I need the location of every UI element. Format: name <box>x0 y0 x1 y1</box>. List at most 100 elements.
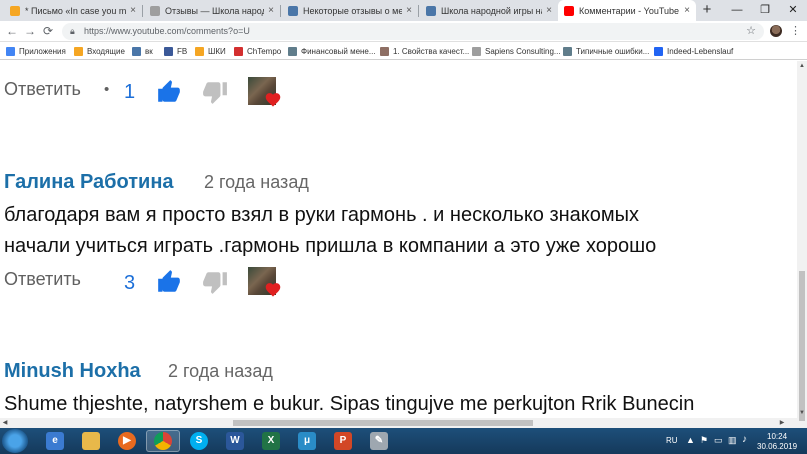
bookmark-sapiens[interactable]: Sapiens Consulting... <box>472 44 561 58</box>
facebook-icon <box>164 46 173 56</box>
tab-vk-reviews[interactable]: Некоторые отзывы о методик × <box>282 0 418 21</box>
close-window-button[interactable]: ✕ <box>779 0 807 21</box>
display-icon[interactable]: ▭ <box>714 435 723 454</box>
minimize-button[interactable]: — <box>723 0 751 21</box>
taskbar-excel[interactable]: X <box>254 430 288 452</box>
bookmark-chtempo[interactable]: ChTempo <box>234 44 281 58</box>
tab-vk-school[interactable]: Школа народной игры на гарм × <box>420 0 558 21</box>
tab-title: Некоторые отзывы о методик <box>303 5 403 16</box>
chtempo-icon <box>234 46 243 56</box>
bookmark-fb[interactable]: FB <box>164 44 187 58</box>
taskbar-explorer[interactable]: e <box>38 430 72 452</box>
explorer-icon: e <box>46 432 64 450</box>
mail-icon <box>74 46 83 56</box>
word-icon: W <box>226 432 244 450</box>
tab-close-icon[interactable]: × <box>546 5 552 16</box>
tab-reviews[interactable]: Отзывы — Школа народной иг × <box>144 0 280 21</box>
skype-icon: S <box>190 432 208 450</box>
network-icon[interactable]: ▥ <box>728 435 737 454</box>
horizontal-scrollbar[interactable]: ◀ ▶ <box>0 418 797 428</box>
tab-close-icon[interactable]: × <box>406 5 412 16</box>
tab-title: Комментарии - YouTube <box>579 5 680 16</box>
maximize-button[interactable]: ❐ <box>751 0 779 21</box>
taskbar-chrome[interactable] <box>146 430 180 452</box>
back-arrow-icon[interactable]: ← <box>4 23 20 39</box>
bookmark-finance[interactable]: Финансовый мене... <box>288 44 376 58</box>
vk-favicon-icon <box>426 5 436 16</box>
thumb-up-icon[interactable] <box>156 269 182 295</box>
comment-text-line: начали учиться играть .гармонь пришла в … <box>4 235 657 257</box>
start-button[interactable] <box>2 429 28 453</box>
bookmark-shki[interactable]: ШКИ <box>195 44 226 58</box>
scroll-up-arrow-icon[interactable]: ▲ <box>797 61 807 71</box>
comment-author[interactable]: Галина Работина <box>4 171 174 194</box>
taskbar-skype[interactable]: S <box>182 430 216 452</box>
comment-timestamp[interactable]: 2 года назад <box>204 172 309 193</box>
forward-arrow-icon[interactable]: → <box>22 23 38 39</box>
comment-text-line: Shume thjeshte, natyrshem e bukur. Sipas… <box>4 393 695 415</box>
scroll-right-arrow-icon[interactable]: ▶ <box>777 418 787 428</box>
flag-icon[interactable]: ⚑ <box>700 435 708 454</box>
thumb-down-icon[interactable] <box>202 79 228 105</box>
bookmark-label: Indeed-Lebenslauf <box>667 46 734 56</box>
bookmark-star-icon[interactable]: ☆ <box>746 24 756 37</box>
language-indicator[interactable]: RU <box>666 436 678 454</box>
apps-grid-icon <box>6 46 15 56</box>
tab-youtube-comments[interactable]: Комментарии - YouTube × <box>558 0 696 21</box>
horizontal-scroll-thumb[interactable] <box>233 420 533 426</box>
excel-icon: X <box>262 432 280 450</box>
taskbar-mu[interactable]: μ <box>290 430 324 452</box>
profile-avatar[interactable] <box>770 25 782 37</box>
tab-close-icon[interactable]: × <box>684 5 690 16</box>
new-tab-button[interactable]: + <box>699 2 715 19</box>
tab-mail[interactable]: * Письмо «In case you missed it × <box>4 0 142 21</box>
thumb-down-icon[interactable] <box>202 269 228 295</box>
reply-button[interactable]: Ответить <box>4 269 81 290</box>
bookmark-apps[interactable]: Приложения <box>6 44 66 58</box>
address-bar[interactable]: 🔒︎ https://www.youtube.com/comments?o=U … <box>62 23 764 40</box>
bookmark-indeed[interactable]: Indeed-Lebenslauf <box>654 44 733 58</box>
page-icon <box>472 46 481 56</box>
tab-separator <box>142 5 143 17</box>
thumb-up-icon[interactable] <box>156 79 182 105</box>
reply-button[interactable]: Ответить <box>4 79 81 100</box>
bookmark-errors[interactable]: Типичные ошибки... <box>563 44 649 58</box>
page-favicon-icon <box>150 5 160 16</box>
tab-separator <box>280 5 281 17</box>
tab-close-icon[interactable]: × <box>268 5 274 16</box>
tray-arrow-icon[interactable]: ▲ <box>686 435 695 454</box>
separator-dot: • <box>104 81 110 98</box>
browser-menu-icon[interactable]: ⋮ <box>790 24 801 37</box>
taskbar-word[interactable]: W <box>218 430 252 452</box>
like-count: 3 <box>124 272 136 294</box>
vertical-scroll-thumb[interactable] <box>799 271 805 421</box>
scroll-down-arrow-icon[interactable]: ▼ <box>797 408 807 418</box>
comment-text-line: благодаря вам я просто взял в руки гармо… <box>4 204 640 226</box>
creator-heart-badge <box>248 267 290 303</box>
bookmark-label: 1. Свойства качест... <box>393 46 470 56</box>
browser-toolbar: ← → ⟳ 🔒︎ https://www.youtube.com/comment… <box>0 21 807 42</box>
scroll-left-arrow-icon[interactable]: ◀ <box>0 418 10 428</box>
bookmark-quality[interactable]: 1. Свойства качест... <box>380 44 469 58</box>
bookmark-vk[interactable]: вк <box>132 44 153 58</box>
vertical-scrollbar[interactable]: ▲ ▼ <box>797 61 807 428</box>
bookmark-inbox[interactable]: Входящие <box>74 44 125 58</box>
volume-icon[interactable]: ♪ <box>742 434 747 454</box>
taskbar-paint[interactable]: ✎ <box>362 430 396 452</box>
media-player-icon: ▶ <box>118 432 136 450</box>
reload-icon[interactable]: ⟳ <box>40 23 56 39</box>
comment-timestamp[interactable]: 2 года назад <box>168 361 273 382</box>
tab-title: * Письмо «In case you missed it <box>25 5 127 16</box>
taskbar-presentation[interactable]: P <box>326 430 360 452</box>
heart-icon <box>265 93 281 107</box>
bookmark-label: ChTempo <box>247 46 282 56</box>
indeed-icon <box>654 46 663 56</box>
system-clock[interactable]: 10:24 30.06.2019 <box>757 432 797 452</box>
tab-close-icon[interactable]: × <box>130 5 136 16</box>
taskbar-folder[interactable] <box>74 430 108 452</box>
taskbar-media-player[interactable]: ▶ <box>110 430 144 452</box>
lock-icon: 🔒︎ <box>70 26 75 36</box>
bookmark-label: Входящие <box>87 46 125 56</box>
comment-author[interactable]: Minush Hoxha <box>4 360 141 383</box>
bookmark-label: Финансовый мене... <box>301 46 376 56</box>
